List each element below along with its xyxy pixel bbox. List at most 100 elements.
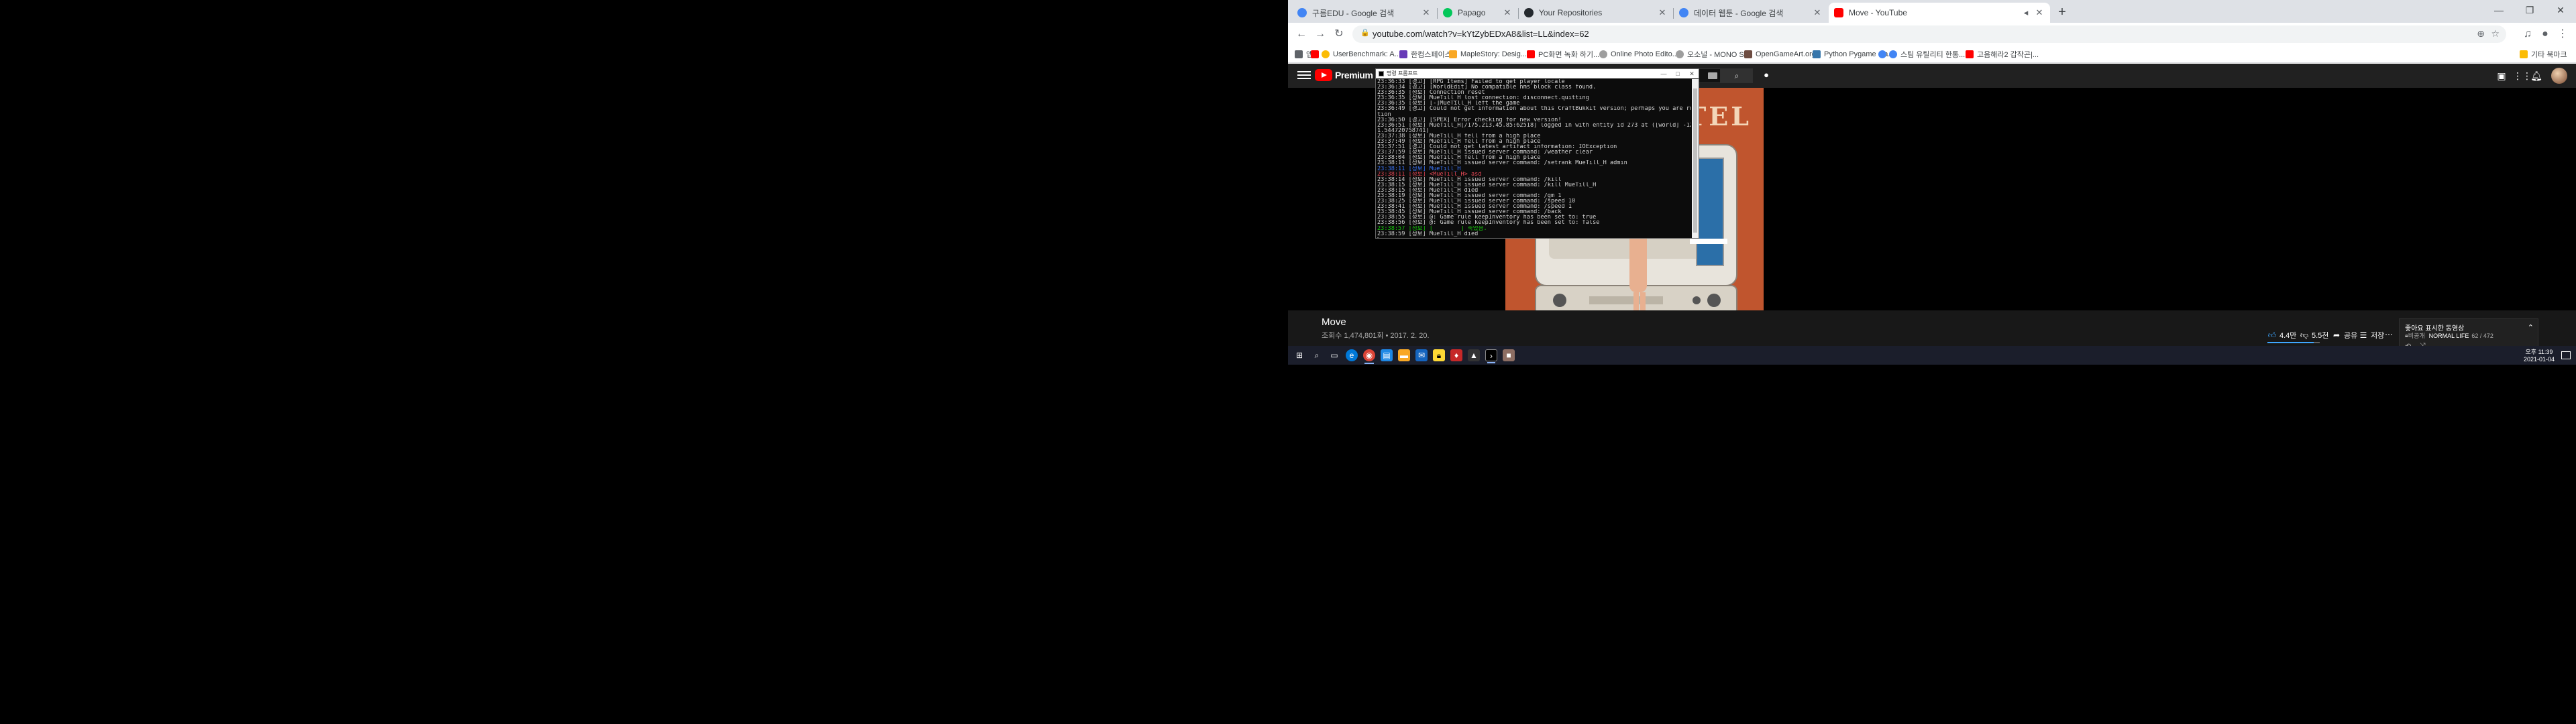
keyboard-icon[interactable]	[1708, 72, 1717, 79]
minimize-button[interactable]: —	[2483, 0, 2514, 20]
store-icon[interactable]: ▤	[1381, 349, 1393, 361]
edge-icon[interactable]: e	[1346, 349, 1358, 361]
profile-icon[interactable]: ●	[2537, 26, 2553, 42]
maximize-button[interactable]: ❐	[2514, 0, 2545, 20]
bookmark-opengameart[interactable]: OpenGameArt.org	[1744, 49, 1816, 60]
papago-icon	[1443, 8, 1452, 17]
bookmark-mono[interactable]: 오소널 - MONO S...	[1676, 49, 1750, 60]
save-button[interactable]: ☰ 저장	[2359, 330, 2385, 341]
microphone-icon[interactable]: ●	[1760, 70, 1772, 82]
star-icon[interactable]: ☆	[2491, 28, 2500, 40]
bookmark-other[interactable]: 기타 북마크	[2520, 49, 2567, 60]
minecraft-icon[interactable]: ■	[1503, 349, 1515, 361]
tab-google-search-1[interactable]: 구름EDU - Google 검색 ✕	[1292, 3, 1437, 23]
lock-app-icon[interactable]: 🔒︎	[1433, 349, 1445, 361]
tab-papago[interactable]: Papago ✕	[1438, 3, 1518, 23]
playlist-panel[interactable]: 좋아요 표시한 동영상 🔒︎ 비공개 NORMAL LIFE 62 / 472 …	[2399, 318, 2538, 351]
bookmark-google[interactable]	[1878, 49, 1890, 60]
chrome-icon[interactable]: ◉	[1363, 349, 1375, 364]
bookmark-steam-util[interactable]: 스팀 유틸리티 한통...	[1889, 49, 1965, 60]
tab-title: Papago	[1458, 8, 1486, 17]
task-view-icon[interactable]: ▭	[1328, 349, 1340, 361]
close-icon[interactable]: ✕	[1421, 7, 1432, 18]
share-button[interactable]: ➦ 공유	[2332, 330, 2357, 341]
bookmark-label: 기타 북마크	[2531, 51, 2567, 59]
secondary-monitor-blank	[0, 0, 1288, 724]
apps-grid-icon[interactable]: ⋮⋮	[2513, 70, 2532, 82]
console-line: 23:38:11 [정보] <MueTill_H> asd	[1377, 171, 1482, 177]
youtube-logo[interactable]: Premium KR	[1315, 69, 1383, 81]
bookmark-music[interactable]: 고음해라2 갑작곤|...	[1966, 49, 2039, 60]
system-clock[interactable]: 오후 11:39 2021-01-04	[2524, 349, 2555, 363]
console-scrollbar[interactable]	[1692, 79, 1699, 238]
url-text: youtube.com/watch?v=kYtZybEDxA8&list=LL&…	[1373, 29, 1589, 39]
reload-button[interactable]: ↻	[1331, 26, 1347, 42]
console-close-button[interactable]: ✕	[1685, 69, 1699, 78]
windows-start-icon[interactable]: ⊞	[1293, 349, 1305, 361]
desktop-root: 구름EDU - Google 검색 ✕ Papago ✕ Your Reposi…	[0, 0, 2576, 724]
back-button[interactable]: ←	[1293, 26, 1309, 42]
more-actions-button[interactable]: ⋯	[2384, 330, 2396, 339]
new-tab-button[interactable]: +	[2054, 4, 2070, 20]
search-icon: ⌕	[1734, 71, 1739, 80]
search-button[interactable]: ⌕	[1721, 68, 1753, 83]
console-titlebar[interactable]: 명령 프롬프트 — □ ✕	[1376, 69, 1699, 78]
bookmark-label: 한컴스페이스	[1411, 51, 1452, 59]
tab-title: 데이터 웹툰 - Google 검색	[1694, 8, 1784, 18]
mail-icon[interactable]: ✉	[1415, 349, 1428, 361]
bookmarks-bar: 앱 UserBenchmark: A... 한컴스페이스 MapleStory:…	[1288, 46, 2576, 63]
command-prompt-window[interactable]: 명령 프롬프트 — □ ✕ 23:36:33 [경고] [RPG Items] …	[1375, 68, 1699, 239]
create-video-icon[interactable]: ▣	[2496, 70, 2508, 82]
console-output[interactable]: 23:36:33 [경고] [RPG Items] Failed to get …	[1377, 79, 1691, 238]
console-line: 23:37:59 [정보] MueTill_H issued server co…	[1377, 149, 1593, 156]
notifications-bell-icon[interactable]: 🔔︎	[2530, 70, 2542, 82]
close-window-button[interactable]: ✕	[2545, 0, 2576, 20]
clock-time: 오후 11:39	[2525, 349, 2553, 355]
bookmark-pc-record[interactable]: PC화면 녹화 하기...	[1527, 49, 1599, 60]
avatar[interactable]	[2551, 68, 2567, 84]
close-icon[interactable]: ✕	[1812, 7, 1823, 18]
dislike-button[interactable]: 👎︎ 5.5천	[2300, 330, 2329, 341]
hamburger-menu-icon[interactable]	[1297, 69, 1311, 82]
like-button[interactable]: 👍︎ 4.4만	[2267, 330, 2297, 341]
close-icon[interactable]: ✕	[1502, 7, 1513, 18]
mute-icon[interactable]: ◂	[2021, 7, 2031, 18]
folder-icon	[1449, 50, 1457, 58]
tab-youtube-move[interactable]: Move - YouTube ◂ ✕	[1829, 3, 2050, 23]
bookmark-label: UserBenchmark: A...	[1333, 50, 1401, 58]
console-scroll-thumb[interactable]	[1693, 88, 1697, 233]
file-explorer-icon[interactable]: ▬	[1398, 349, 1410, 361]
media-control-icon[interactable]: ♫	[2520, 26, 2536, 42]
console-line: 23:38:25 [정보] MueTill_H issued server co…	[1377, 198, 1576, 204]
close-icon[interactable]: ✕	[1657, 7, 1668, 18]
console-minimize-button[interactable]: —	[1657, 69, 1670, 78]
bookmark-userbenchmark[interactable]: UserBenchmark: A...	[1322, 49, 1401, 60]
close-icon[interactable]: ✕	[2034, 7, 2045, 18]
playlist-position: 62 / 472	[2471, 332, 2493, 339]
youtube-play-icon	[1315, 69, 1332, 81]
search-icon[interactable]: ⌕	[1311, 349, 1323, 361]
youtube-icon	[1834, 8, 1843, 17]
console-line: 23:38:11 [정보] MueTill_H issued server co…	[1377, 160, 1627, 166]
game-icon[interactable]: ♦	[1450, 349, 1462, 361]
console-maximize-button[interactable]: □	[1671, 69, 1684, 78]
forward-button[interactable]: →	[1312, 26, 1328, 42]
console-line: 23:37:51 [경고] Could not get latest artif…	[1377, 144, 1617, 150]
app-icon[interactable]: ▲	[1468, 349, 1480, 361]
cast-icon[interactable]: ⊕	[2477, 28, 2485, 40]
google-icon	[1878, 50, 1886, 58]
bookmark-photo-editor[interactable]: Online Photo Edito...	[1599, 49, 1678, 60]
thumbs-down-icon: 👎︎	[2300, 330, 2309, 340]
chevron-up-icon[interactable]: ⌃	[2528, 323, 2534, 332]
bookmark-hancom[interactable]: 한컴스페이스	[1399, 49, 1452, 60]
brand-label: Premium	[1335, 70, 1373, 80]
terminal-icon[interactable]: ›	[1485, 349, 1497, 363]
bookmark-maplestory[interactable]: MapleStory: Desig...	[1449, 49, 1527, 60]
bookmark-youtube[interactable]	[1311, 49, 1322, 60]
console-line: 23:38:14 [정보] MueTill_H issued server co…	[1377, 176, 1562, 182]
address-bar[interactable]: 🔒 youtube.com/watch?v=kYtZybEDxA8&list=L…	[1352, 25, 2506, 43]
notification-center-icon[interactable]	[2561, 351, 2571, 359]
tab-google-search-2[interactable]: 데이터 웹툰 - Google 검색 ✕	[1674, 3, 1828, 23]
tab-repositories[interactable]: Your Repositories ✕	[1519, 3, 1673, 23]
kebab-menu-icon[interactable]: ⋮	[2555, 26, 2571, 42]
